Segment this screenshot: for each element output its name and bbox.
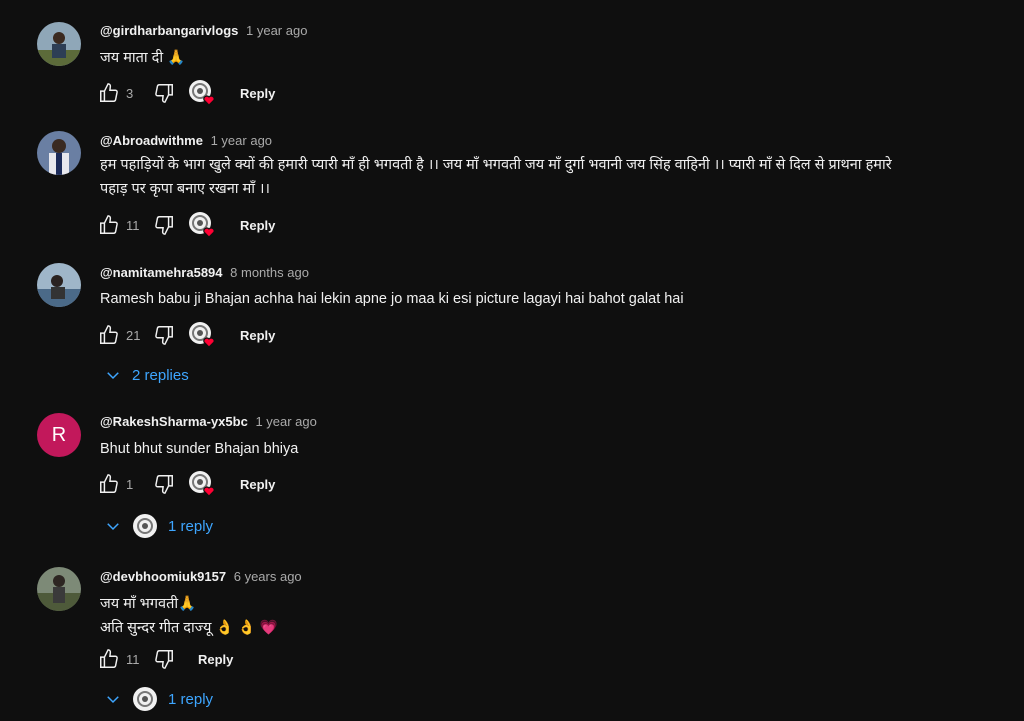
creator-avatar-icon [189, 80, 215, 106]
comment-text: हम पहाड़ियों के भाग खुले क्यों की हमारी … [100, 153, 1006, 201]
dislike-button[interactable] [152, 472, 176, 496]
like-count: 11 [126, 217, 140, 233]
like-button[interactable] [97, 81, 121, 105]
reply-button[interactable]: Reply [240, 218, 275, 233]
comment-actions: 11 Reply [97, 646, 233, 672]
creator-heart-badge [188, 211, 218, 239]
replies-count-label: 2 replies [132, 366, 189, 384]
comment-time[interactable]: 8 months ago [230, 265, 309, 280]
author-name[interactable]: @namitamehra5894 [100, 265, 223, 280]
thumbs-up-icon [100, 649, 118, 668]
like-button[interactable] [97, 213, 121, 237]
creator-avatar-icon [189, 471, 215, 497]
avatar[interactable]: R [37, 413, 81, 457]
comment-actions: 1 Reply [97, 471, 275, 497]
comments-section: @girdharbangarivlogs 1 year ago जय माता … [0, 0, 1024, 721]
comment-time[interactable]: 1 year ago [246, 23, 307, 38]
like-count: 11 [126, 651, 140, 667]
comment-text: जय माँ भगवती🙏 अति सुन्दर गीत दाज्यू 👌 👌 … [100, 592, 1006, 640]
comment-header: @namitamehra5894 8 months ago [100, 265, 309, 280]
comment-line: पहाड़ पर कृपा बनाए रखना माँ ।। [100, 181, 271, 197]
chevron-down-icon [107, 372, 119, 380]
comment-actions: 21 Reply [97, 322, 275, 348]
thumbs-down-icon [155, 650, 173, 669]
dislike-button[interactable] [152, 647, 176, 671]
chevron-down-icon [107, 523, 119, 531]
comment-text: Ramesh babu ji Bhajan achha hai lekin ap… [100, 287, 1006, 311]
like-count: 21 [126, 327, 141, 343]
creator-heart-badge [188, 470, 218, 498]
like-count: 1 [126, 476, 134, 492]
reply-button[interactable]: Reply [240, 86, 275, 101]
author-name[interactable]: @girdharbangarivlogs [100, 23, 238, 38]
comment-line: जय माता दी 🙏 [100, 50, 186, 66]
thumbs-up-icon [100, 83, 118, 102]
reply-button[interactable]: Reply [240, 328, 275, 343]
like-count: 3 [126, 85, 134, 101]
view-replies-button[interactable]: 2 replies [104, 361, 189, 389]
creator-avatar-icon [133, 514, 157, 538]
comment-line: Ramesh babu ji Bhajan achha hai lekin ap… [100, 291, 684, 307]
like-button[interactable] [97, 472, 121, 496]
comment-text: जय माता दी 🙏 [100, 46, 1006, 70]
comment-line: हम पहाड़ियों के भाग खुले क्यों की हमारी … [100, 157, 892, 173]
like-button[interactable] [97, 323, 121, 347]
author-name[interactable]: @devbhoomiuk9157 [100, 569, 226, 584]
dislike-button[interactable] [152, 81, 176, 105]
comment-time[interactable]: 1 year ago [211, 133, 272, 148]
thumbs-up-icon [100, 325, 118, 344]
view-replies-button[interactable]: 1 reply [104, 685, 213, 713]
creator-avatar-icon [189, 212, 215, 238]
creator-heart-badge [188, 321, 218, 349]
comment-actions: 3 Reply [97, 80, 275, 106]
replies-count-label: 1 reply [168, 517, 214, 535]
comment-header: @Abroadwithme 1 year ago [100, 133, 272, 148]
author-name[interactable]: @Abroadwithme [100, 133, 203, 148]
dislike-button[interactable] [152, 323, 176, 347]
thumbs-down-icon [155, 326, 173, 345]
thumbs-up-icon [100, 474, 118, 493]
view-replies-button[interactable]: 1 reply [104, 512, 213, 540]
comment-text: Bhut bhut sunder Bhajan bhiya [100, 437, 1006, 461]
avatar[interactable] [37, 22, 81, 66]
thumbs-down-icon [155, 475, 173, 494]
dislike-button[interactable] [152, 213, 176, 237]
like-button[interactable] [97, 647, 121, 671]
comment-header: @devbhoomiuk9157 6 years ago [100, 569, 302, 584]
comment-header: @RakeshSharma-yx5bc 1 year ago [100, 414, 317, 429]
comment-time[interactable]: 6 years ago [234, 569, 302, 584]
thumbs-up-icon [100, 215, 118, 234]
thumbs-down-icon [155, 216, 173, 235]
reply-button[interactable]: Reply [198, 652, 233, 667]
chevron-down-icon [107, 696, 119, 704]
avatar[interactable] [37, 263, 81, 307]
comment-line: अति सुन्दर गीत दाज्यू 👌 👌 💗 [100, 620, 278, 636]
comment-line: जय माँ भगवती🙏 [100, 596, 197, 612]
thumbs-down-icon [155, 84, 173, 103]
creator-avatar-icon [133, 687, 157, 711]
comment-actions: 11 Reply [97, 212, 275, 238]
avatar[interactable] [37, 131, 81, 175]
creator-avatar-icon [189, 322, 215, 348]
reply-button[interactable]: Reply [240, 477, 275, 492]
author-name[interactable]: @RakeshSharma-yx5bc [100, 414, 248, 429]
replies-count-label: 1 reply [168, 690, 214, 708]
avatar[interactable] [37, 567, 81, 611]
comment-header: @girdharbangarivlogs 1 year ago [100, 23, 307, 38]
comment-line: Bhut bhut sunder Bhajan bhiya [100, 441, 299, 457]
creator-heart-badge [188, 79, 218, 107]
comment-time[interactable]: 1 year ago [255, 414, 316, 429]
